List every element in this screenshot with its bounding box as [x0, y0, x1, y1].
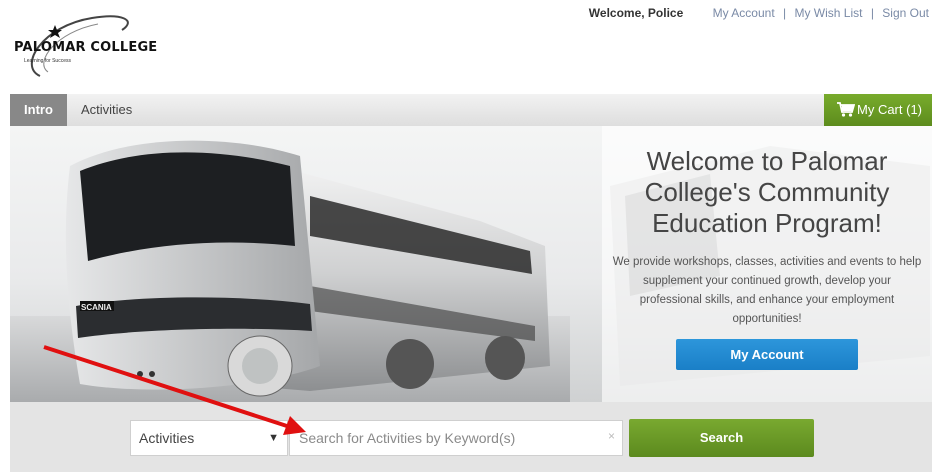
- main-nav: Intro Activities My Cart (1): [10, 94, 932, 126]
- my-wish-list-link[interactable]: My Wish List: [794, 6, 862, 20]
- hero-title: Welcome to Palomar College's Community E…: [644, 146, 890, 238]
- tab-activities[interactable]: Activities: [81, 94, 132, 126]
- link-separator: |: [783, 6, 787, 20]
- sign-out-link[interactable]: Sign Out: [882, 6, 929, 20]
- chevron-down-icon: ▼: [268, 432, 279, 444]
- keyword-search-input[interactable]: [289, 420, 623, 456]
- hero-banner: SCANIA Welcome to Palomar College's Comm…: [10, 126, 932, 402]
- cart-icon: [837, 102, 855, 117]
- logo-name: PALOMAR COLLEGE: [14, 40, 158, 55]
- category-selected-value: Activities: [139, 430, 195, 446]
- welcome-text: Welcome, Police: [588, 6, 684, 20]
- tab-intro[interactable]: Intro: [10, 94, 67, 126]
- my-account-button[interactable]: My Account: [676, 339, 858, 370]
- my-cart-label: My Cart (1): [857, 102, 922, 117]
- account-links: Welcome, Police My Account | My Wish Lis…: [589, 6, 929, 20]
- link-separator: |: [870, 6, 874, 20]
- category-select[interactable]: Activities ▼: [130, 420, 288, 456]
- search-bar: Activities ▼ × Search: [10, 402, 932, 472]
- my-cart-button[interactable]: My Cart (1): [824, 94, 932, 126]
- palomar-college-logo[interactable]: PALOMAR COLLEGE Learning for Success: [12, 6, 162, 78]
- hero-description: We provide workshops, classes, activitie…: [612, 256, 922, 325]
- clear-icon[interactable]: ×: [608, 429, 615, 443]
- my-account-link[interactable]: My Account: [713, 6, 775, 20]
- truck-badge-text: SCANIA: [81, 303, 112, 312]
- logo-tagline: Learning for Success: [24, 58, 71, 64]
- search-button[interactable]: Search: [629, 419, 814, 457]
